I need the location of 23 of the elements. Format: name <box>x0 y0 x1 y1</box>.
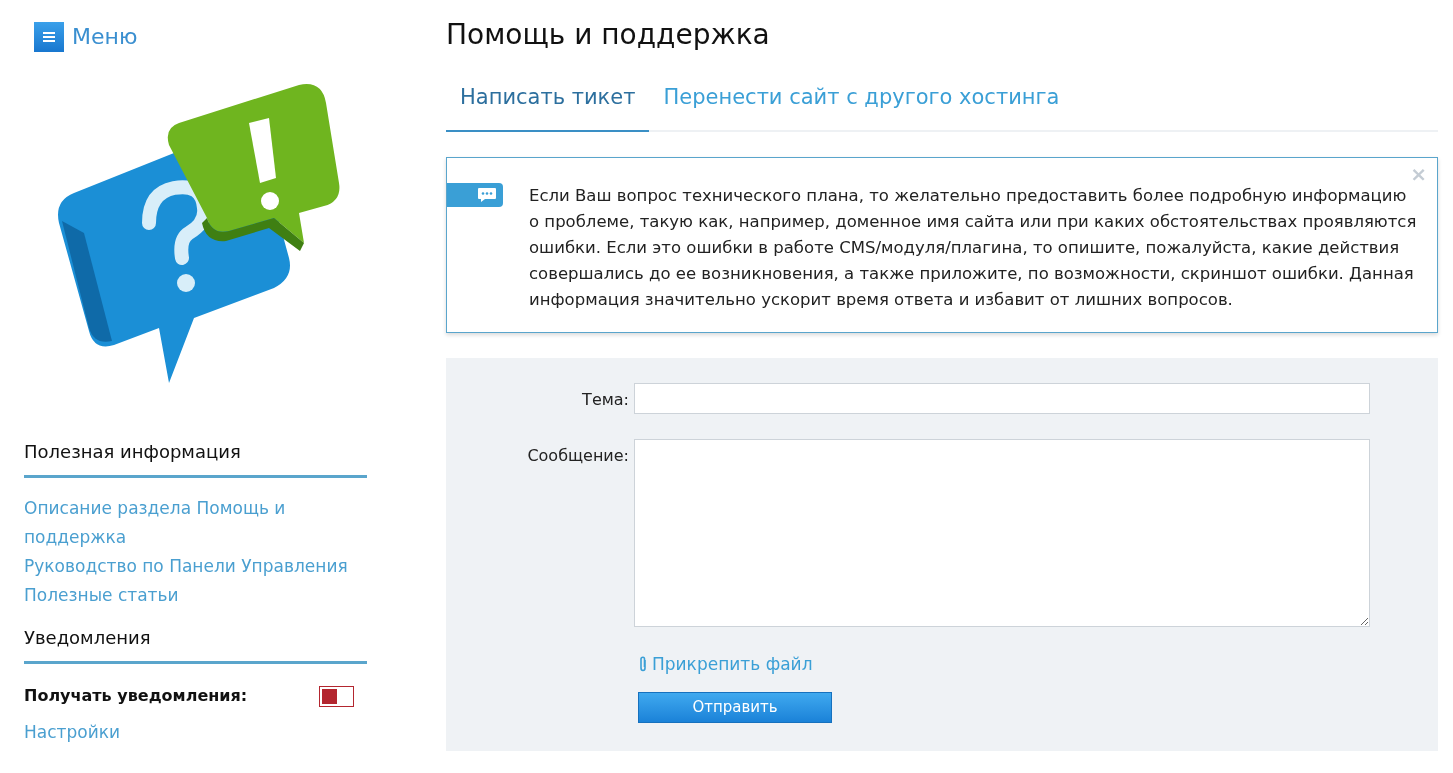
sidebar-link[interactable]: Описание раздела Помощь и поддержка <box>24 494 367 552</box>
page-title: Помощь и поддержка <box>446 17 770 53</box>
field-label: Сообщение: <box>526 444 630 467</box>
sidebar-link[interactable]: Руководство по Панели Управления <box>24 552 367 581</box>
message-field[interactable] <box>634 438 1370 627</box>
notice-text: Если Ваш вопрос технического плана, то желательно предоставить более подробную информацию о проблеме, такую как, например, доменное имя сайта или при каких обстоятельствах проявляются ошибки. Если это ошибки в работе CMS/модуля/плагина, то опишите, пожалуйста, какие действия совершались до ее возникновения, а также приложите, по возможности, скриншот ошибки. Данная информация значительно ускорит время ответа и избавит от лишних вопросов. <box>529 184 1418 311</box>
tab[interactable]: Написать тикет <box>446 78 650 132</box>
sidebar-link[interactable]: Полезные статьи <box>24 581 367 610</box>
sidebar-link[interactable]: Настройки <box>24 718 367 747</box>
attach-file-link[interactable]: Прикрепить файл <box>638 651 813 677</box>
toggle-label: Получать уведомления: <box>24 685 248 707</box>
paperclip-icon <box>638 656 648 673</box>
section-heading: Уведомления <box>24 624 367 664</box>
field-label: Тема: <box>581 388 630 411</box>
section-heading: Полезная информация <box>24 438 367 478</box>
subject-field[interactable] <box>634 382 1370 414</box>
notification-toggle[interactable] <box>319 685 354 707</box>
close-button[interactable]: × <box>1410 163 1427 184</box>
menu-icon <box>34 21 64 52</box>
tab[interactable]: Перенести сайт с другого хостинга <box>649 78 1074 132</box>
menu-button[interactable]: Меню <box>34 20 138 53</box>
chat-icon <box>447 182 503 207</box>
submit-button[interactable]: Отправить <box>638 692 832 723</box>
